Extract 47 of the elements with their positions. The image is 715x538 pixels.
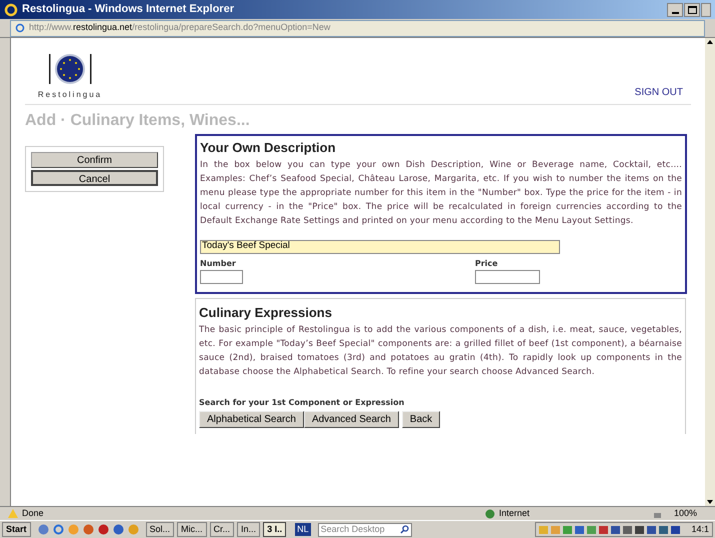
number-field[interactable]: [200, 270, 243, 284]
section-heading: Culinary Expressions: [199, 304, 333, 322]
quick-launch-icon[interactable]: [98, 524, 109, 535]
desktop-search-field[interactable]: Search Desktop: [318, 522, 412, 536]
maximize-button[interactable]: [684, 2, 700, 16]
page-icon: [15, 23, 25, 33]
clock: 14:1: [691, 522, 709, 536]
number-label: Number: [200, 258, 237, 270]
advanced-search-button[interactable]: Advanced Search: [304, 410, 399, 428]
description-text: In the box below you can type your own Dish Description, Wine or Beverage name, Cocktail, etc.... Examples: Chef’s Seafood Special, Château Larose, Margarita, etc. If you wish to number the items on the menu please type the appropriate number for this item in the "Number" box. Type the price for the item - in local currency - in the "Price" box. The price will be recalculated in foreign currencies according to the Default Exchange Rate Settings and printed on your menu according to the Menu Layout Settings.: [200, 158, 682, 228]
price-label: Price: [475, 258, 499, 270]
taskbar-button[interactable]: 3 I..: [263, 522, 286, 537]
search-icon: [400, 525, 409, 534]
window-title: Restolingua - Windows Internet Explorer: [22, 2, 234, 18]
taskbar-button[interactable]: Mic...: [177, 522, 207, 537]
price-field[interactable]: [475, 270, 540, 284]
expressions-text: The basic principle of Restolingua is to add the various components of a dish, i.e. meat, sauce, vegetables, etc. For example "Today’s Beef Special" components are: a grilled fillet of beef (1st component), a béarnaise sauce (2nd), braised tomatoes (3rd) and potatoes au gratin (4th). To rapidly look up components in the database choose the Alphabetical Search. To refine your search choose Advanced Search.: [199, 324, 682, 379]
search-label: Search for your 1st Component or Expression: [199, 396, 406, 409]
logo-icon: [47, 52, 93, 86]
zoom-level[interactable]: 100%: [674, 506, 697, 520]
language-indicator[interactable]: NL: [295, 522, 311, 536]
logo-text: Restolingua: [38, 89, 102, 101]
alphabetical-search-button[interactable]: Alphabetical Search: [199, 410, 304, 428]
cancel-button[interactable]: Cancel: [31, 170, 158, 186]
section-heading: Your Own Description: [200, 139, 337, 157]
taskbar-button[interactable]: Sol...: [146, 522, 174, 537]
warning-icon: [8, 509, 18, 518]
quick-launch-icon[interactable]: [112, 524, 124, 535]
sign-out-link[interactable]: SIGN OUT: [634, 85, 683, 100]
quick-launch-icon[interactable]: [52, 524, 64, 535]
address-field[interactable]: http://www.restolingua.net/restolingua/prepareSearch.do?menuOption=New: [10, 20, 705, 36]
minimize-button[interactable]: [667, 2, 683, 16]
status-text: Done: [22, 506, 44, 520]
item-name-field[interactable]: Today's Beef Special: [200, 240, 560, 254]
confirm-button[interactable]: Confirm: [31, 152, 158, 168]
quick-launch-icon[interactable]: [82, 524, 94, 535]
taskbar-button[interactable]: Cr...: [210, 522, 234, 537]
browser-icon: [4, 2, 18, 16]
back-button[interactable]: Back: [402, 410, 440, 428]
url-text: http://www.restolingua.net/restolingua/prepareSearch.do?menuOption=New: [29, 21, 330, 34]
quick-launch-icon[interactable]: [38, 524, 49, 535]
zone-text: Internet: [498, 506, 530, 520]
scroll-down-icon[interactable]: [705, 498, 715, 506]
start-button[interactable]: Start: [2, 522, 31, 537]
page-title: Add · Culinary Items, Wines...: [25, 111, 251, 131]
globe-icon: [484, 508, 495, 518]
taskbar-button[interactable]: In...: [237, 522, 260, 537]
